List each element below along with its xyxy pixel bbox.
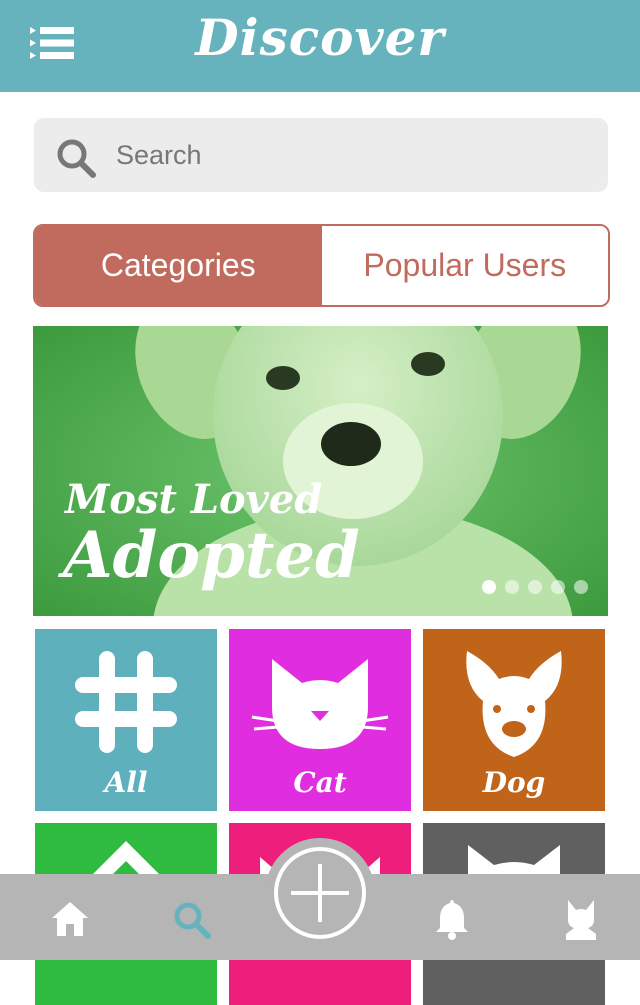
carousel-dot[interactable] — [574, 580, 588, 594]
add-button[interactable] — [265, 838, 375, 948]
banner-title: Adopted — [63, 518, 360, 593]
banner-subtitle: Most Loved — [65, 476, 323, 523]
segmented-control: Categories Popular Users — [33, 224, 610, 307]
dog-face-icon — [466, 651, 562, 757]
search-input[interactable] — [116, 118, 596, 192]
search-bar[interactable] — [34, 118, 608, 192]
carousel-dot[interactable] — [505, 580, 519, 594]
category-label: Cat — [293, 766, 347, 799]
bell-icon[interactable] — [434, 898, 470, 940]
category-tile-all[interactable]: All — [35, 629, 217, 811]
featured-banner[interactable]: Most Loved Adopted — [33, 326, 608, 616]
carousel-dot[interactable] — [528, 580, 542, 594]
search-icon — [57, 139, 96, 178]
top-bar: Discover — [0, 0, 640, 92]
cat-profile-icon[interactable] — [562, 898, 600, 940]
page-title: Discover — [195, 8, 445, 67]
category-label: Dog — [482, 766, 546, 799]
carousel-dot[interactable] — [482, 580, 496, 594]
carousel-dots — [482, 580, 588, 594]
tab-categories[interactable]: Categories — [35, 226, 322, 305]
home-icon[interactable] — [50, 900, 90, 938]
tab-popular-users[interactable]: Popular Users — [321, 226, 608, 305]
cat-face-icon — [251, 659, 389, 749]
category-tile-cat[interactable]: Cat — [229, 629, 411, 811]
carousel-dot[interactable] — [551, 580, 565, 594]
hashtag-icon — [75, 651, 177, 753]
search-icon[interactable] — [172, 900, 212, 940]
category-label: All — [104, 766, 148, 799]
category-tile-dog[interactable]: Dog — [423, 629, 605, 811]
add-icon — [274, 847, 366, 939]
